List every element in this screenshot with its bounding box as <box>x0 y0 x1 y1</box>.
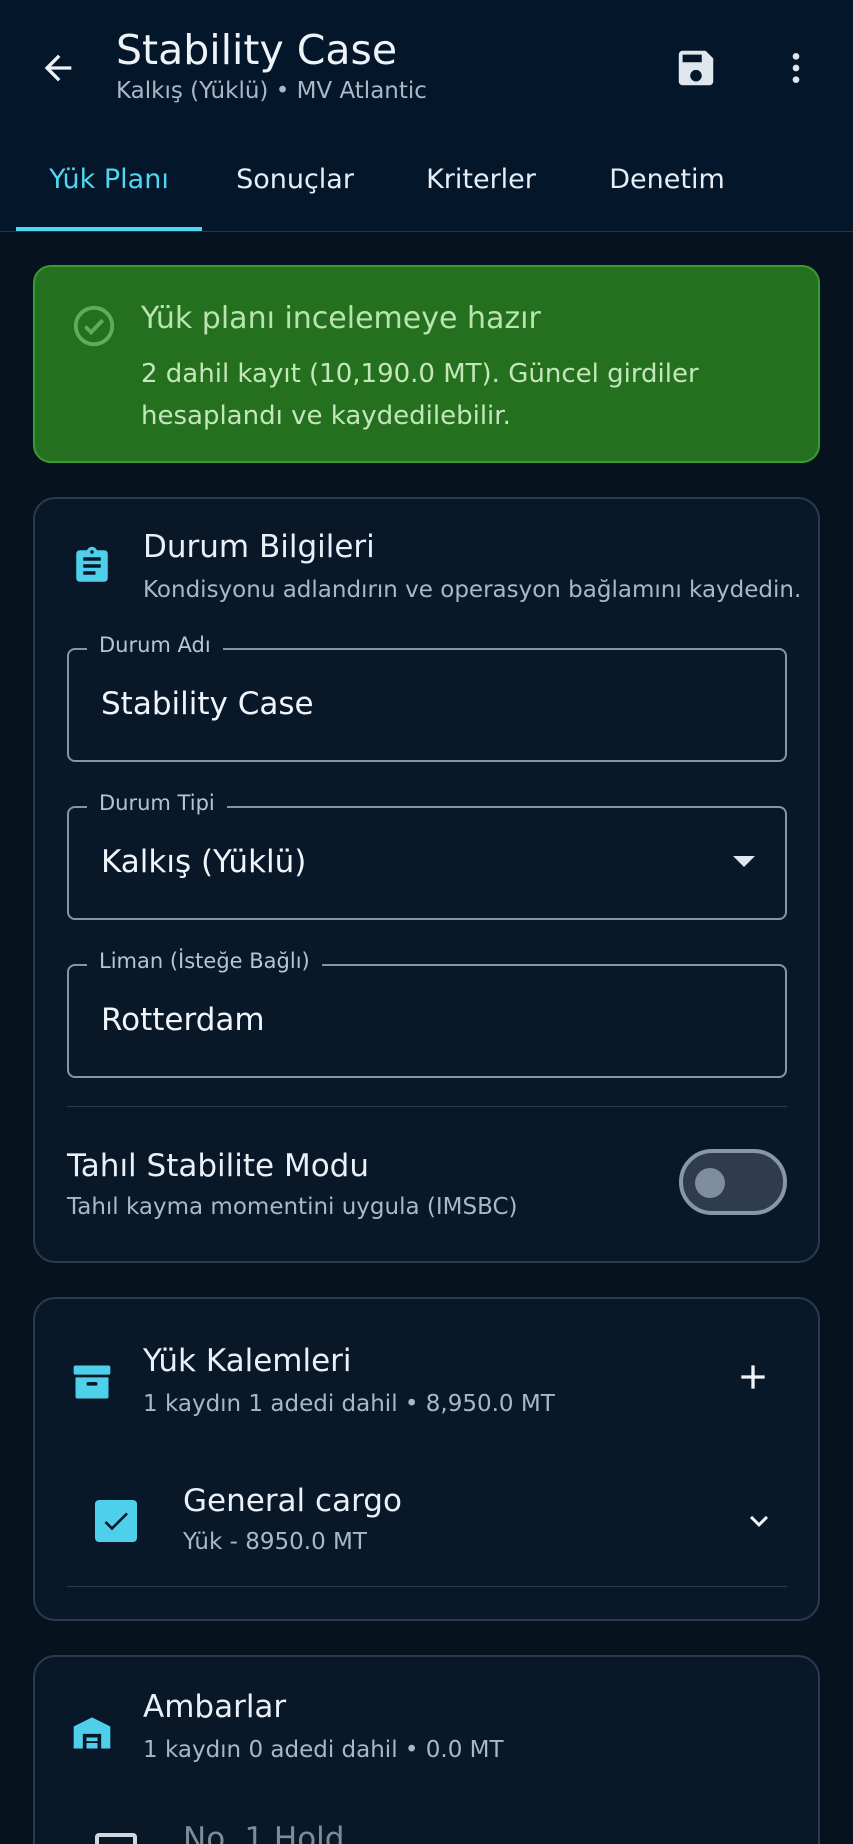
top-app-bar: Stability Case Kalkış (Yüklü) • MV Atlan… <box>0 0 853 232</box>
grain-mode-title: Tahıl Stabilite Modu <box>67 1148 369 1184</box>
case-type-label: Durum Tipi <box>87 791 227 815</box>
holds-subtitle: 1 kaydın 0 adedi dahil • 0.0 MT <box>143 1737 504 1763</box>
chevron-down-icon <box>750 1515 768 1527</box>
port-field[interactable]: Liman (İsteğe Bağlı) Rotterdam <box>67 949 787 1078</box>
tab-results[interactable]: Sonuçlar <box>202 150 388 232</box>
back-button[interactable] <box>34 44 82 92</box>
hold-include-checkbox[interactable] <box>95 1833 137 1844</box>
case-name-value: Stability Case <box>101 686 314 722</box>
case-info-title: Durum Bilgileri <box>143 529 375 565</box>
grain-mode-toggle[interactable] <box>679 1149 787 1215</box>
cargo-item-title: General cargo <box>183 1483 402 1519</box>
cargo-subtitle: 1 kaydın 1 adedi dahil • 8,950.0 MT <box>143 1391 555 1417</box>
add-cargo-button[interactable] <box>725 1349 781 1405</box>
holds-card: Ambarlar 1 kaydın 0 adedi dahil • 0.0 MT… <box>33 1655 820 1844</box>
expand-cargo-button[interactable] <box>739 1501 779 1541</box>
status-banner: Yük planı incelemeye hazır 2 dahil kayıt… <box>33 265 820 463</box>
app-screen: Stability Case Kalkış (Yüklü) • MV Atlan… <box>0 0 853 1844</box>
hold-item-title: No. 1 Hold <box>183 1821 345 1844</box>
cargo-title: Yük Kalemleri <box>143 1343 352 1379</box>
case-info-subtitle: Kondisyonu adlandırın ve operasyon bağla… <box>143 577 802 603</box>
banner-title: Yük planı incelemeye hazır <box>141 301 541 336</box>
check-circle-icon <box>73 305 115 347</box>
more-vertical-icon <box>792 53 800 83</box>
save-button[interactable] <box>672 44 720 92</box>
case-info-icon-wrap <box>69 543 115 589</box>
cargo-items-card: Yük Kalemleri 1 kaydın 1 adedi dahil • 8… <box>33 1297 820 1621</box>
toggle-knob <box>695 1168 725 1198</box>
more-options-button[interactable] <box>772 44 820 92</box>
archive-box-icon <box>73 1365 111 1399</box>
dropdown-arrow-icon <box>733 856 755 867</box>
case-name-field[interactable]: Durum Adı Stability Case <box>67 633 787 762</box>
holds-icon-wrap <box>69 1709 115 1755</box>
cargo-item-subtitle: Yük - 8950.0 MT <box>183 1529 367 1555</box>
tab-audit[interactable]: Denetim <box>574 150 760 232</box>
port-label: Liman (İsteğe Bağlı) <box>87 949 322 973</box>
case-type-select[interactable]: Durum Tipi Kalkış (Yüklü) <box>67 791 787 920</box>
holds-title: Ambarlar <box>143 1689 287 1725</box>
warehouse-icon <box>73 1717 111 1749</box>
case-type-value: Kalkış (Yüklü) <box>101 844 307 880</box>
arrow-left-icon <box>44 54 72 82</box>
tab-criteria[interactable]: Kriterler <box>388 150 574 232</box>
cargo-include-checkbox[interactable] <box>95 1500 137 1542</box>
section-divider <box>67 1106 787 1107</box>
tab-bar: Yük Planı Sonuçlar Kriterler Denetim <box>16 150 816 232</box>
page-subtitle: Kalkış (Yüklü) • MV Atlantic <box>116 78 427 104</box>
plus-icon <box>741 1365 765 1389</box>
checkmark-icon <box>104 1512 128 1531</box>
tab-divider <box>0 231 853 232</box>
banner-text: 2 dahil kayıt (10,190.0 MT). Güncel gird… <box>141 359 699 431</box>
cargo-icon-wrap <box>69 1359 115 1405</box>
case-name-label: Durum Adı <box>87 633 223 657</box>
list-divider <box>67 1586 787 1587</box>
port-value: Rotterdam <box>101 1002 265 1038</box>
case-info-card: Durum Bilgileri Kondisyonu adlandırın ve… <box>33 497 820 1263</box>
tab-cargo-plan[interactable]: Yük Planı <box>16 150 202 232</box>
floppy-disk-icon <box>678 50 714 86</box>
grain-mode-subtitle: Tahıl kayma momentini uygula (IMSBC) <box>67 1194 518 1220</box>
page-title: Stability Case <box>116 26 398 74</box>
banner-status <box>71 303 117 353</box>
clipboard-icon <box>76 546 108 582</box>
